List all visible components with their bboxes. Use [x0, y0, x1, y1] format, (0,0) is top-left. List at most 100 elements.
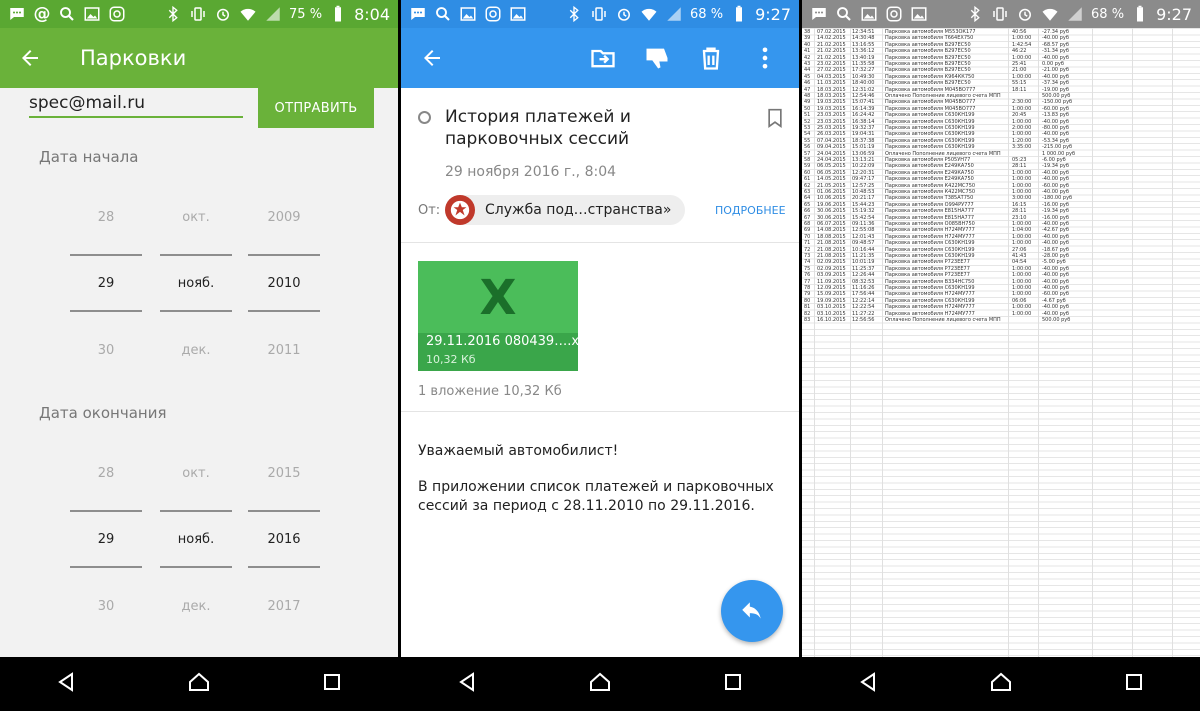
spam-thumb-down-icon[interactable]: [641, 42, 673, 74]
wifi-icon: [239, 5, 257, 23]
picker-divider: [70, 310, 142, 312]
recents-nav-icon[interactable]: [1122, 670, 1146, 698]
picker-value: окт.: [182, 210, 210, 225]
picker-divider: [248, 254, 320, 256]
battery-percent: 75 %: [289, 6, 323, 22]
home-nav-icon[interactable]: [588, 670, 612, 698]
recents-nav-icon[interactable]: [320, 670, 344, 698]
sender-avatar: [445, 195, 475, 225]
sender-chip[interactable]: Служба под…странства»: [445, 195, 685, 225]
home-nav-icon[interactable]: [989, 670, 1013, 698]
image-icon: [83, 5, 101, 23]
attachment-file-size: 10,32 Кб: [426, 353, 476, 366]
picker-value: 2017: [267, 599, 301, 614]
picker-divider: [160, 566, 232, 568]
start-date-picker: 28 29 30 окт. нояб. дек. 2009 2010 2011: [0, 196, 398, 376]
picker-divider: [160, 310, 232, 312]
picker-divider: [248, 566, 320, 568]
vibrate-icon: [189, 5, 207, 23]
mail-subject: История платежей и парковочных сессий: [445, 107, 631, 149]
picker-value: 30: [97, 599, 115, 614]
system-nav-bar: [802, 657, 1200, 711]
table-cell: 16.10.2015: [817, 317, 846, 323]
picker-selected-value: 29: [97, 276, 115, 291]
picker-divider: [160, 510, 232, 512]
picker-selected-value: 2016: [267, 532, 301, 547]
at-sign-icon: @: [33, 4, 51, 24]
system-nav-bar: [0, 657, 398, 711]
message-icon: [409, 5, 427, 23]
alarm-icon: [214, 5, 232, 23]
attachment-file-name: 29.11.2016 080439….xlsx: [426, 334, 598, 349]
vibrate-icon: [991, 5, 1009, 23]
picker-divider: [248, 510, 320, 512]
table-cell: 83: [804, 317, 811, 323]
battery-icon: [730, 5, 748, 23]
message-icon: [8, 5, 26, 23]
picker-value: окт.: [182, 466, 210, 481]
image-icon: [509, 5, 527, 23]
picker-value: 30: [97, 343, 115, 358]
picker-selected-value: 2010: [267, 276, 301, 291]
email-row: ОТПРАВИТЬ: [0, 88, 398, 128]
table-cell: Оплачено Пополнение лицевого счета МПП: [885, 317, 1001, 323]
email-field[interactable]: [29, 90, 243, 118]
image-icon: [910, 5, 928, 23]
instagram-icon: [484, 5, 502, 23]
battery-icon: [329, 5, 347, 23]
back-nav-icon[interactable]: [455, 670, 479, 698]
delete-icon[interactable]: [695, 42, 727, 74]
details-link[interactable]: ПОДРОБНЕЕ: [715, 204, 786, 217]
status-bar: @ 75 % 8:04: [0, 0, 398, 28]
spreadsheet-view[interactable]: 38 07.02.2015 12:34:51 Парковка автомобиля …: [802, 28, 1200, 657]
picker-divider: [70, 510, 142, 512]
more-vert-icon[interactable]: [749, 42, 781, 74]
picker-selected-value: нояб.: [177, 276, 215, 291]
reply-button[interactable]: [721, 580, 783, 642]
app-bar: [401, 28, 799, 88]
picker-selected-value: 29: [97, 532, 115, 547]
table-row[interactable]: 83 16.10.2015 12:56:56 Оплачено Пополнение …: [802, 317, 1200, 323]
bluetooth-icon: [966, 5, 984, 23]
bluetooth-icon: [565, 5, 583, 23]
mail-date: 29 ноября 2016 г., 8:04: [445, 164, 617, 180]
start-date-label: Дата начала: [39, 148, 139, 166]
picker-selected-value: нояб.: [177, 532, 215, 547]
battery-percent: 68 %: [690, 6, 724, 22]
end-date-picker: 28 29 30 окт. нояб. дек. 2015 2016 2017: [0, 452, 398, 632]
back-nav-icon[interactable]: [54, 670, 78, 698]
instagram-icon: [885, 5, 903, 23]
picker-value: 2011: [267, 343, 301, 358]
mail-body: В приложении список платежей и парковочн…: [418, 479, 774, 514]
image-icon: [860, 5, 878, 23]
divider: [401, 242, 799, 243]
from-label: От:: [418, 203, 441, 218]
move-to-folder-icon[interactable]: [587, 42, 619, 74]
wifi-icon: [1041, 5, 1059, 23]
attachment-tile[interactable]: X 29.11.2016 080439….xlsx 10,32 Кб: [418, 261, 597, 371]
unread-indicator-icon[interactable]: [418, 111, 431, 124]
back-arrow-icon[interactable]: [401, 28, 463, 88]
instagram-icon: [108, 5, 126, 23]
back-nav-icon[interactable]: [856, 670, 880, 698]
signal-icon: [1066, 5, 1084, 23]
spreadsheet-screen: 68 % 9:27 38 07.02.2015 12:34:51 Парковка а…: [802, 0, 1200, 711]
picker-divider: [70, 254, 142, 256]
image-icon: [459, 5, 477, 23]
picker-value: 28: [97, 210, 115, 225]
attachment-info: 29.11.2016 080439….xlsx 10,32 Кб: [418, 333, 597, 371]
battery-icon: [1131, 5, 1149, 23]
back-arrow-icon[interactable]: [0, 28, 60, 88]
search-icon: [835, 5, 853, 23]
status-time: 9:27: [755, 4, 791, 24]
home-nav-icon[interactable]: [187, 670, 211, 698]
bookmark-icon[interactable]: [765, 106, 785, 134]
end-date-label: Дата окончания: [39, 404, 167, 422]
recents-nav-icon[interactable]: [721, 670, 745, 698]
picker-value: 2015: [267, 466, 301, 481]
send-button[interactable]: ОТПРАВИТЬ: [258, 88, 374, 128]
status-time: 9:27: [1156, 4, 1192, 24]
message-icon: [810, 5, 828, 23]
email-screen: 68 % 9:27 История платежей и парковочных…: [401, 0, 799, 711]
vibrate-icon: [590, 5, 608, 23]
